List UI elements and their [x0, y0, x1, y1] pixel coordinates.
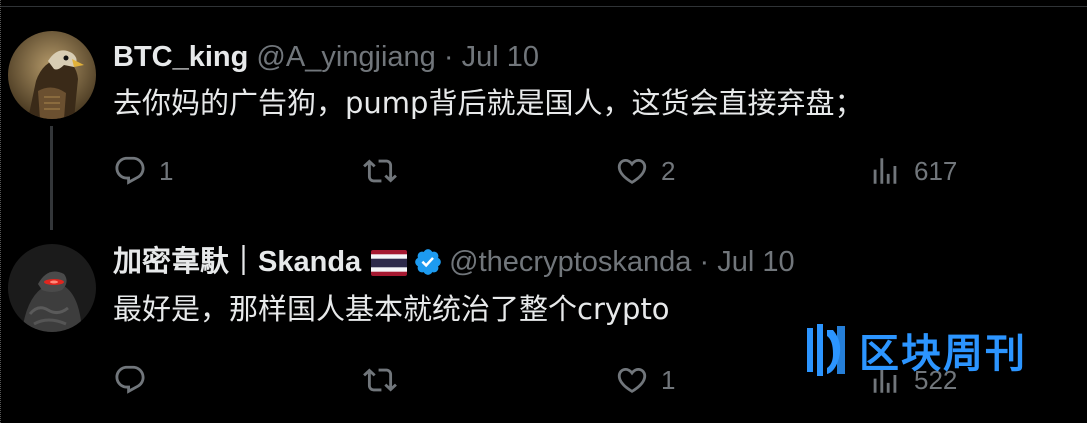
- views-icon: [873, 158, 897, 184]
- thailand-flag-icon: [371, 249, 408, 285]
- like-button[interactable]: 2: [615, 151, 675, 191]
- tweet[interactable]: BTC_king @A_yingjiang · Jul 10 去你妈的广告狗，p…: [0, 31, 1087, 231]
- tweet-date[interactable]: Jul 10: [462, 41, 539, 73]
- heart-icon: [617, 367, 647, 393]
- tweet-header: BTC_king @A_yingjiang · Jul 10: [113, 39, 539, 75]
- retweet-icon: [363, 368, 397, 392]
- views-count: 617: [914, 155, 958, 186]
- tweet-date[interactable]: Jul 10: [717, 246, 794, 278]
- reply-button[interactable]: [113, 360, 159, 400]
- author-handle[interactable]: @thecryptoskanda: [449, 246, 691, 278]
- tweet-header: 加密韋馱｜Skanda @thecryptoskanda · Jul 10: [113, 244, 795, 286]
- separator-dot: ·: [699, 246, 710, 278]
- tweet-actions: 1 2 617: [113, 151, 1013, 191]
- like-count: 2: [661, 155, 676, 186]
- watermark-logo-icon: [807, 324, 845, 376]
- like-count: 1: [661, 364, 676, 395]
- like-button[interactable]: 1: [615, 360, 675, 400]
- tweet-text: 最好是，那样国人基本就统治了整个crypto: [113, 292, 670, 326]
- verified-badge-icon[interactable]: [413, 247, 443, 286]
- views-button[interactable]: 617: [868, 151, 957, 191]
- author-name[interactable]: 加密韋馱｜Skanda: [113, 246, 361, 278]
- eagle-avatar-icon: [8, 31, 96, 119]
- reply-count: 1: [159, 155, 174, 186]
- reply-icon: [115, 156, 145, 185]
- tweet-text: 去你妈的广告狗，pump背后就是国人，这货会直接弃盘；: [113, 86, 864, 120]
- top-divider: [0, 0, 1087, 7]
- retweet-icon: [363, 159, 397, 183]
- watermark: 区块周刊: [803, 318, 1027, 382]
- separator-dot: ·: [443, 41, 454, 73]
- retweet-button[interactable]: [363, 360, 409, 400]
- avatar[interactable]: [8, 244, 96, 332]
- author-handle[interactable]: @A_yingjiang: [256, 41, 435, 73]
- heart-icon: [617, 158, 647, 184]
- watermark-text: 区块周刊: [859, 331, 1027, 377]
- author-name[interactable]: BTC_king: [113, 41, 248, 73]
- dark-figure-avatar-icon: [8, 244, 96, 332]
- reply-icon: [115, 365, 145, 394]
- avatar[interactable]: [8, 31, 96, 119]
- reply-button[interactable]: 1: [113, 151, 173, 191]
- retweet-button[interactable]: [363, 151, 409, 191]
